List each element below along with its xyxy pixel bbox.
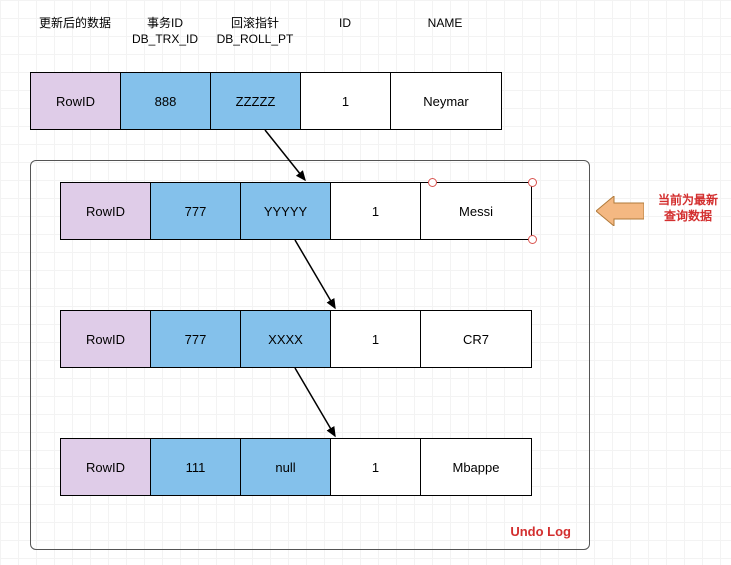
cell-name: Neymar: [391, 73, 501, 129]
cell-rowid: RowID: [61, 311, 151, 367]
cell-trx: 888: [121, 73, 211, 129]
row-undo-3: RowID 111 null 1 Mbappe: [60, 438, 532, 496]
header-id: ID: [300, 16, 390, 47]
cell-name: Mbappe: [421, 439, 531, 495]
selection-handle: [528, 235, 537, 244]
cell-name: Messi: [421, 183, 531, 239]
header-rowid: 更新后的数据: [30, 16, 120, 47]
undo-log-label: Undo Log: [510, 524, 571, 539]
callout-arrow-icon: [596, 196, 644, 226]
cell-name: CR7: [421, 311, 531, 367]
cell-id: 1: [301, 73, 391, 129]
header-name: NAME: [390, 16, 500, 47]
cell-roll: ZZZZZ: [211, 73, 301, 129]
cell-roll: null: [241, 439, 331, 495]
row-undo-2: RowID 777 XXXX 1 CR7: [60, 310, 532, 368]
cell-id: 1: [331, 439, 421, 495]
selection-handle: [528, 178, 537, 187]
selection-handle: [428, 178, 437, 187]
cell-roll: YYYYY: [241, 183, 331, 239]
cell-id: 1: [331, 183, 421, 239]
header-roll: 回滚指针 DB_ROLL_PT: [210, 16, 300, 47]
cell-roll: XXXX: [241, 311, 331, 367]
cell-trx: 777: [151, 183, 241, 239]
cell-rowid: RowID: [61, 183, 151, 239]
cell-rowid: RowID: [31, 73, 121, 129]
row-undo-1: RowID 777 YYYYY 1 Messi: [60, 182, 532, 240]
callout-text: 当前为最新 查询数据: [648, 193, 728, 224]
cell-rowid: RowID: [61, 439, 151, 495]
header-trx: 事务ID DB_TRX_ID: [120, 16, 210, 47]
column-headers: 更新后的数据 事务ID DB_TRX_ID 回滚指针 DB_ROLL_PT ID…: [30, 16, 500, 47]
row-current: RowID 888 ZZZZZ 1 Neymar: [30, 72, 502, 130]
cell-trx: 777: [151, 311, 241, 367]
cell-trx: 111: [151, 439, 241, 495]
cell-id: 1: [331, 311, 421, 367]
